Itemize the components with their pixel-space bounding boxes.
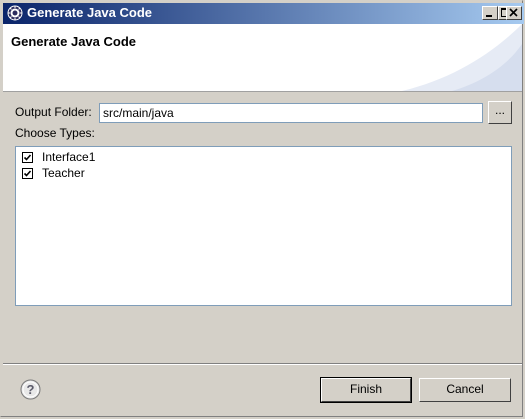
close-button[interactable] [506, 6, 522, 20]
type-label: Interface1 [42, 150, 96, 164]
window-title: Generate Java Code [27, 5, 153, 20]
header-banner-graphic [402, 24, 522, 91]
svg-text:?: ? [27, 382, 35, 397]
output-folder-input[interactable]: src/main/java [99, 103, 483, 123]
minimize-icon [486, 15, 492, 17]
help-icon[interactable]: ? [20, 379, 41, 400]
title-bar[interactable]: Generate Java Code [3, 3, 524, 24]
minimize-button[interactable] [482, 6, 498, 20]
types-list[interactable]: Interface1 Teacher [15, 146, 512, 306]
header-title: Generate Java Code [11, 34, 137, 49]
output-folder-label: Output Folder: [15, 105, 92, 119]
type-checkbox[interactable] [22, 152, 33, 163]
checkmark-icon [23, 154, 32, 161]
footer-separator [3, 363, 522, 365]
checkmark-icon [23, 170, 32, 177]
type-checkbox[interactable] [22, 168, 33, 179]
finish-button[interactable]: Finish [320, 377, 412, 403]
choose-types-label: Choose Types: [15, 126, 95, 140]
dialog-window: Generate Java Code Generate Java Code Ou… [0, 0, 524, 417]
close-icon [509, 8, 518, 17]
eclipse-icon [7, 5, 23, 21]
browse-button[interactable]: ... [488, 101, 512, 124]
type-label: Teacher [42, 166, 85, 180]
dialog-header: Generate Java Code [3, 24, 522, 92]
cancel-button[interactable]: Cancel [419, 378, 511, 402]
